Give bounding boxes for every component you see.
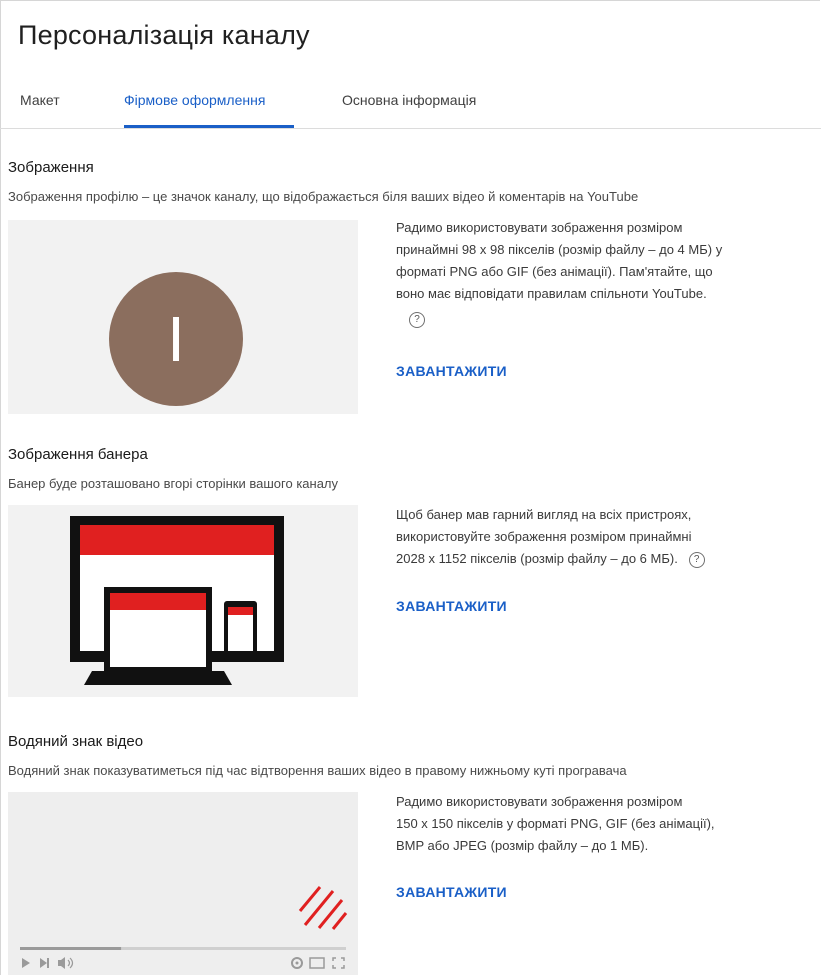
- play-icon: [22, 958, 30, 968]
- banner-section-description: Банер буде розташовано вгорі сторінки ва…: [8, 476, 339, 491]
- banner-info-line: 2028 x 1152 пікселів (розмір файлу – до …: [396, 551, 678, 566]
- tab-layout[interactable]: Макет: [20, 92, 60, 108]
- profile-info-line: форматі PNG або GIF (без анімації). Пам'…: [396, 264, 713, 279]
- profile-section-title: Зображення: [8, 159, 94, 176]
- tab-bar: Макет Фірмове оформлення Основна інформа…: [0, 72, 821, 129]
- watermark-icon: [298, 886, 348, 930]
- volume-icon: [58, 957, 74, 969]
- profile-section-description: Зображення профілю – це значок каналу, щ…: [8, 189, 639, 204]
- help-icon[interactable]: ?: [409, 311, 425, 328]
- watermark-info-line: BMP або JPEG (розмір файлу – до 1 МБ).: [396, 838, 649, 853]
- player-illustration: [20, 886, 348, 969]
- watermark-section-description: Водяний знак показуватиметься під час ві…: [8, 763, 627, 778]
- page-title: Персоналізація каналу: [18, 20, 310, 50]
- profile-info: Радимо використовувати зображення розмір…: [396, 217, 796, 330]
- profile-info-line: воно має відповідати правилам спільноти …: [396, 286, 707, 301]
- devices-illustration: [70, 516, 284, 685]
- watermark-upload-button[interactable]: ЗАВАНТАЖИТИ: [396, 884, 507, 900]
- help-icon[interactable]: ?: [688, 551, 705, 568]
- skip-next-icon: [40, 958, 49, 968]
- progress-fill: [20, 947, 122, 950]
- profile-upload-button[interactable]: ЗАВАНТАЖИТИ: [396, 363, 507, 379]
- watermark-info-line: 150 x 150 пікселів у форматі PNG, GIF (б…: [396, 816, 715, 831]
- banner-info: Щоб банер мав гарний вигляд на всіх прис…: [396, 504, 796, 570]
- avatar-letter: І: [167, 303, 185, 375]
- profile-info-line: принаймні 98 x 98 пікселів (розмір файлу…: [396, 242, 723, 257]
- watermark-info-line: Радимо використовувати зображення розмір…: [396, 794, 683, 809]
- active-tab-indicator: [124, 125, 294, 128]
- banner-upload-button[interactable]: ЗАВАНТАЖИТИ: [396, 598, 507, 614]
- fullscreen-icon: [332, 957, 345, 969]
- settings-icon: [291, 957, 303, 969]
- watermark-info: Радимо використовувати зображення розмір…: [396, 791, 796, 857]
- video-player-preview: [8, 792, 358, 975]
- tab-basic-info[interactable]: Основна інформація: [342, 92, 476, 108]
- banner-preview: [8, 505, 358, 697]
- avatar: І: [109, 272, 243, 406]
- banner-section-title: Зображення банера: [8, 446, 148, 463]
- watermark-section-title: Водяний знак відео: [8, 733, 144, 750]
- banner-info-line: використовуйте зображення розміром прина…: [396, 529, 692, 544]
- theater-mode-icon: [309, 957, 325, 969]
- banner-info-line: Щоб банер мав гарний вигляд на всіх прис…: [396, 507, 692, 522]
- profile-info-line: Радимо використовувати зображення розмір…: [396, 220, 683, 235]
- tab-branding[interactable]: Фірмове оформлення: [124, 92, 265, 108]
- profile-picture-preview: І: [8, 220, 358, 414]
